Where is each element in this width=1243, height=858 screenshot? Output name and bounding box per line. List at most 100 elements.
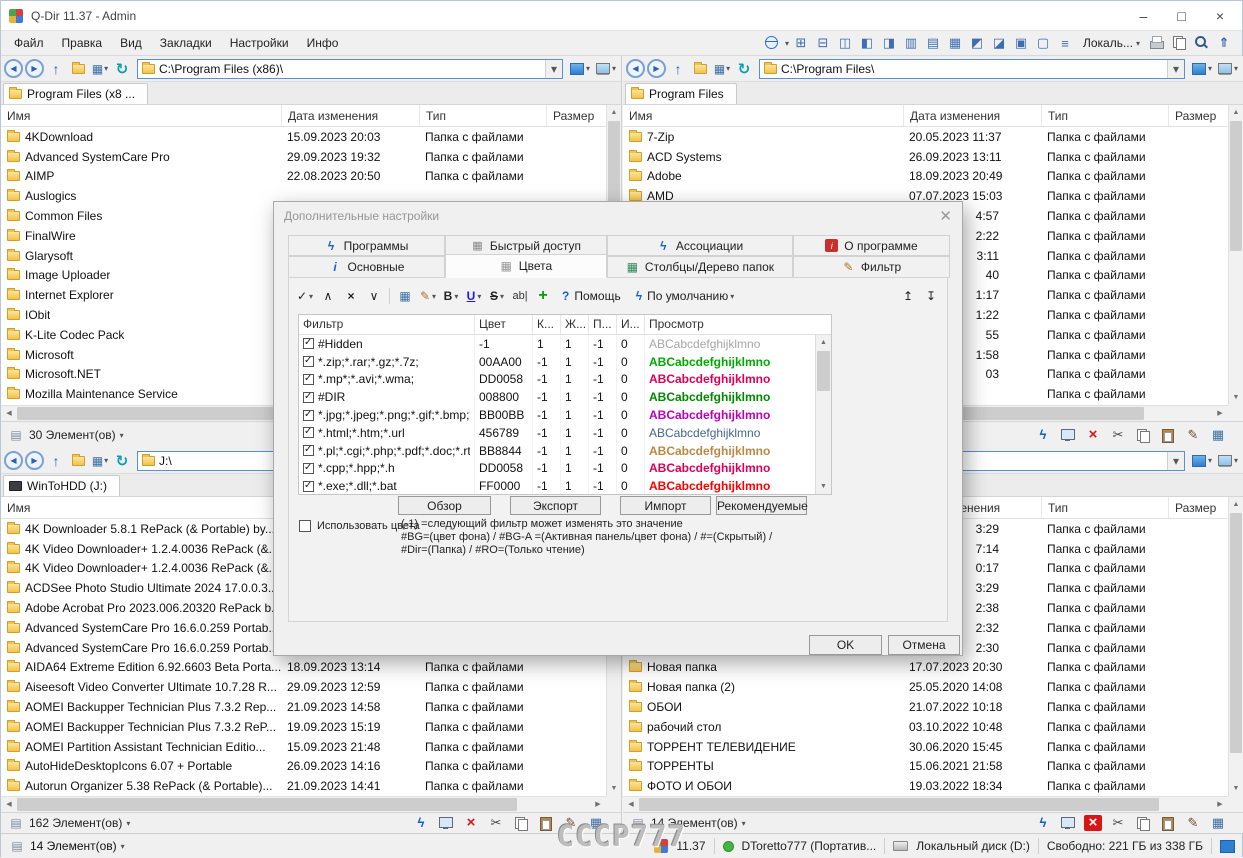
pane-layout-single-icon[interactable]: ▣ bbox=[1011, 34, 1031, 52]
pane-layout-vertical-icon[interactable]: ◫ bbox=[835, 34, 855, 52]
folder-tab[interactable]: Program Files bbox=[625, 83, 737, 104]
refresh-icon[interactable]: ↻ bbox=[734, 59, 754, 79]
menu-item[interactable]: Вид bbox=[111, 33, 151, 53]
tab-quick-access[interactable]: Быстрый доступ bbox=[445, 235, 607, 256]
forward-icon[interactable]: ▶ bbox=[25, 451, 44, 470]
menu-item[interactable]: Закладки bbox=[151, 33, 221, 53]
checkbox-checked-icon[interactable] bbox=[303, 427, 314, 438]
column-header[interactable]: Имя bbox=[1, 105, 282, 126]
file-row[interactable]: ТОРРЕНТ ТЕЛЕВИДЕНИЕ 30.06.2020 15:45 Пап… bbox=[623, 737, 1228, 757]
pane-layout-bottom-right-icon[interactable]: ◪ bbox=[989, 34, 1009, 52]
file-row[interactable]: ТОРРЕНТЫ 15.06.2021 21:58 Папка с файлам… bbox=[623, 757, 1228, 777]
tab-columns-tree[interactable]: Столбцы/Дерево папок bbox=[607, 256, 793, 278]
go-up-icon[interactable] bbox=[1214, 34, 1234, 52]
recommended-button[interactable]: Рекомендуемые bbox=[716, 496, 807, 515]
refresh-icon[interactable]: ↻ bbox=[112, 451, 132, 471]
paste-icon[interactable] bbox=[1159, 427, 1177, 443]
column-header[interactable]: Имя bbox=[623, 105, 904, 126]
checkbox-checked-icon[interactable] bbox=[303, 392, 314, 403]
file-row[interactable]: AOMEI Backupper Technician Plus 7.3.2 Re… bbox=[1, 717, 606, 737]
move-up-icon[interactable]: ∧ bbox=[318, 285, 338, 307]
file-row[interactable]: Autorun Organizer 5.38 RePack (& Portabl… bbox=[1, 776, 606, 796]
column-header[interactable]: Дата изменения bbox=[904, 105, 1042, 126]
edit-icon[interactable] bbox=[562, 815, 580, 831]
views-icon[interactable]: ▦▾ bbox=[90, 451, 110, 471]
table-column-header[interactable]: Цвет bbox=[475, 315, 533, 334]
column-header[interactable]: Имя bbox=[1, 497, 282, 518]
column-header[interactable]: Дата изменения bbox=[282, 105, 420, 126]
pane-layout-rows-icon[interactable]: ▥ bbox=[901, 34, 921, 52]
default-button[interactable]: ϟПо умолчанию▾ bbox=[630, 285, 741, 307]
file-row[interactable]: AIMP 22.08.2023 20:50 Папка с файлами bbox=[1, 167, 606, 187]
folder-tab[interactable]: Program Files (x8 ... bbox=[3, 83, 148, 104]
column-header[interactable]: Тип bbox=[420, 105, 547, 126]
file-row[interactable]: AIDA64 Extreme Edition 6.92.6603 Beta Po… bbox=[1, 658, 606, 678]
paste-icon[interactable] bbox=[537, 815, 555, 831]
grid-icon[interactable]: ▦ bbox=[395, 285, 415, 307]
file-row[interactable]: AOMEI Backupper Technician Plus 7.3.2 Re… bbox=[1, 697, 606, 717]
up-icon[interactable]: ↑ bbox=[46, 59, 66, 79]
file-row[interactable]: AutoHideDesktopIcons 6.07 + Portable 26.… bbox=[1, 757, 606, 777]
printer-icon[interactable] bbox=[1148, 34, 1168, 52]
help-button[interactable]: ?Помощь bbox=[556, 285, 627, 307]
favorites-folder-icon[interactable] bbox=[690, 59, 710, 79]
checkbox-checked-icon[interactable] bbox=[303, 410, 314, 421]
delete-icon[interactable] bbox=[1084, 427, 1102, 443]
pane-layout-quad-icon[interactable]: ⊞ bbox=[791, 34, 811, 52]
export-button[interactable]: Экспорт bbox=[510, 496, 601, 515]
checkbox-checked-icon[interactable] bbox=[303, 374, 314, 385]
monitor-icon[interactable] bbox=[437, 815, 455, 831]
scroll-top-icon[interactable]: ↥ bbox=[898, 285, 918, 307]
pane-display-button[interactable]: ▾ bbox=[594, 59, 618, 79]
file-row[interactable]: ACD Systems 26.09.2023 13:11 Папка с фай… bbox=[623, 147, 1228, 167]
up-icon[interactable]: ↑ bbox=[668, 59, 688, 79]
pane-layout-right-icon[interactable]: ◨ bbox=[879, 34, 899, 52]
filter-row[interactable]: *.jpg;*.jpeg;*.png;*.gif;*.bmp;*.ico BB0… bbox=[299, 406, 815, 424]
tab-associations[interactable]: Ассоциации bbox=[607, 235, 793, 256]
pane-layout-grid-icon[interactable]: ▦ bbox=[945, 34, 965, 52]
column-header[interactable]: Размер bbox=[1169, 105, 1228, 126]
paste-icon[interactable] bbox=[1159, 815, 1177, 831]
copy-page-icon[interactable] bbox=[1170, 34, 1190, 52]
address-bar[interactable]: C:\Program Files\ ▾ bbox=[759, 59, 1185, 79]
close-icon[interactable]: × bbox=[1216, 8, 1224, 24]
views-icon[interactable]: ▦▾ bbox=[712, 59, 732, 79]
pane-color-button[interactable]: ▾ bbox=[1190, 451, 1214, 471]
pane-layout-columns-icon[interactable]: ▤ bbox=[923, 34, 943, 52]
checkbox-checked-icon[interactable] bbox=[303, 338, 314, 349]
file-row[interactable]: Advanced SystemCare Pro 29.09.2023 19:32… bbox=[1, 147, 606, 167]
file-row[interactable]: рабочий стол 03.10.2022 10:48 Папка с фа… bbox=[623, 717, 1228, 737]
forward-icon[interactable]: ▶ bbox=[25, 59, 44, 78]
favorites-folder-icon[interactable] bbox=[68, 59, 88, 79]
checkbox-checked-icon[interactable] bbox=[303, 481, 314, 492]
pane-layout-list-icon[interactable]: ≡ bbox=[1055, 34, 1075, 52]
use-colors-checkbox[interactable] bbox=[299, 520, 311, 532]
grid-icon[interactable] bbox=[587, 815, 605, 831]
favorites-folder-icon[interactable] bbox=[68, 451, 88, 471]
table-column-header[interactable]: К... bbox=[533, 315, 561, 334]
delete-icon[interactable] bbox=[462, 815, 480, 831]
grid-icon[interactable] bbox=[1209, 427, 1227, 443]
refresh-icon[interactable]: ↻ bbox=[112, 59, 132, 79]
delete-filter-icon[interactable]: × bbox=[341, 285, 361, 307]
file-row[interactable]: Aiseesoft Video Converter Ultimate 10.7.… bbox=[1, 677, 606, 697]
rename-icon[interactable]: ab| bbox=[510, 285, 530, 307]
status-dropdown-icon[interactable]: ▾ bbox=[126, 819, 130, 828]
monitor-icon[interactable] bbox=[1059, 427, 1077, 443]
back-icon[interactable]: ◀ bbox=[4, 59, 23, 78]
vertical-scrollbar[interactable]: ▲▼ bbox=[1228, 105, 1243, 405]
table-column-header[interactable]: Просмотр bbox=[645, 315, 831, 334]
copy-icon[interactable] bbox=[1134, 815, 1152, 831]
back-icon[interactable]: ◀ bbox=[4, 451, 23, 470]
maximize-icon[interactable]: □ bbox=[1177, 8, 1185, 24]
back-icon[interactable]: ◀ bbox=[626, 59, 645, 78]
up-icon[interactable]: ↑ bbox=[46, 451, 66, 471]
pane-display-button[interactable]: ▾ bbox=[1216, 451, 1240, 471]
check-dropdown-icon[interactable]: ✓▾ bbox=[295, 285, 315, 307]
address-dropdown-icon[interactable]: ▾ bbox=[1167, 452, 1184, 470]
ok-button[interactable]: OK bbox=[809, 635, 882, 655]
cut-icon[interactable] bbox=[487, 815, 505, 831]
checkbox-checked-icon[interactable] bbox=[303, 463, 314, 474]
table-scrollbar[interactable]: ▲▼ bbox=[815, 335, 831, 494]
display-icon[interactable] bbox=[1220, 840, 1235, 853]
